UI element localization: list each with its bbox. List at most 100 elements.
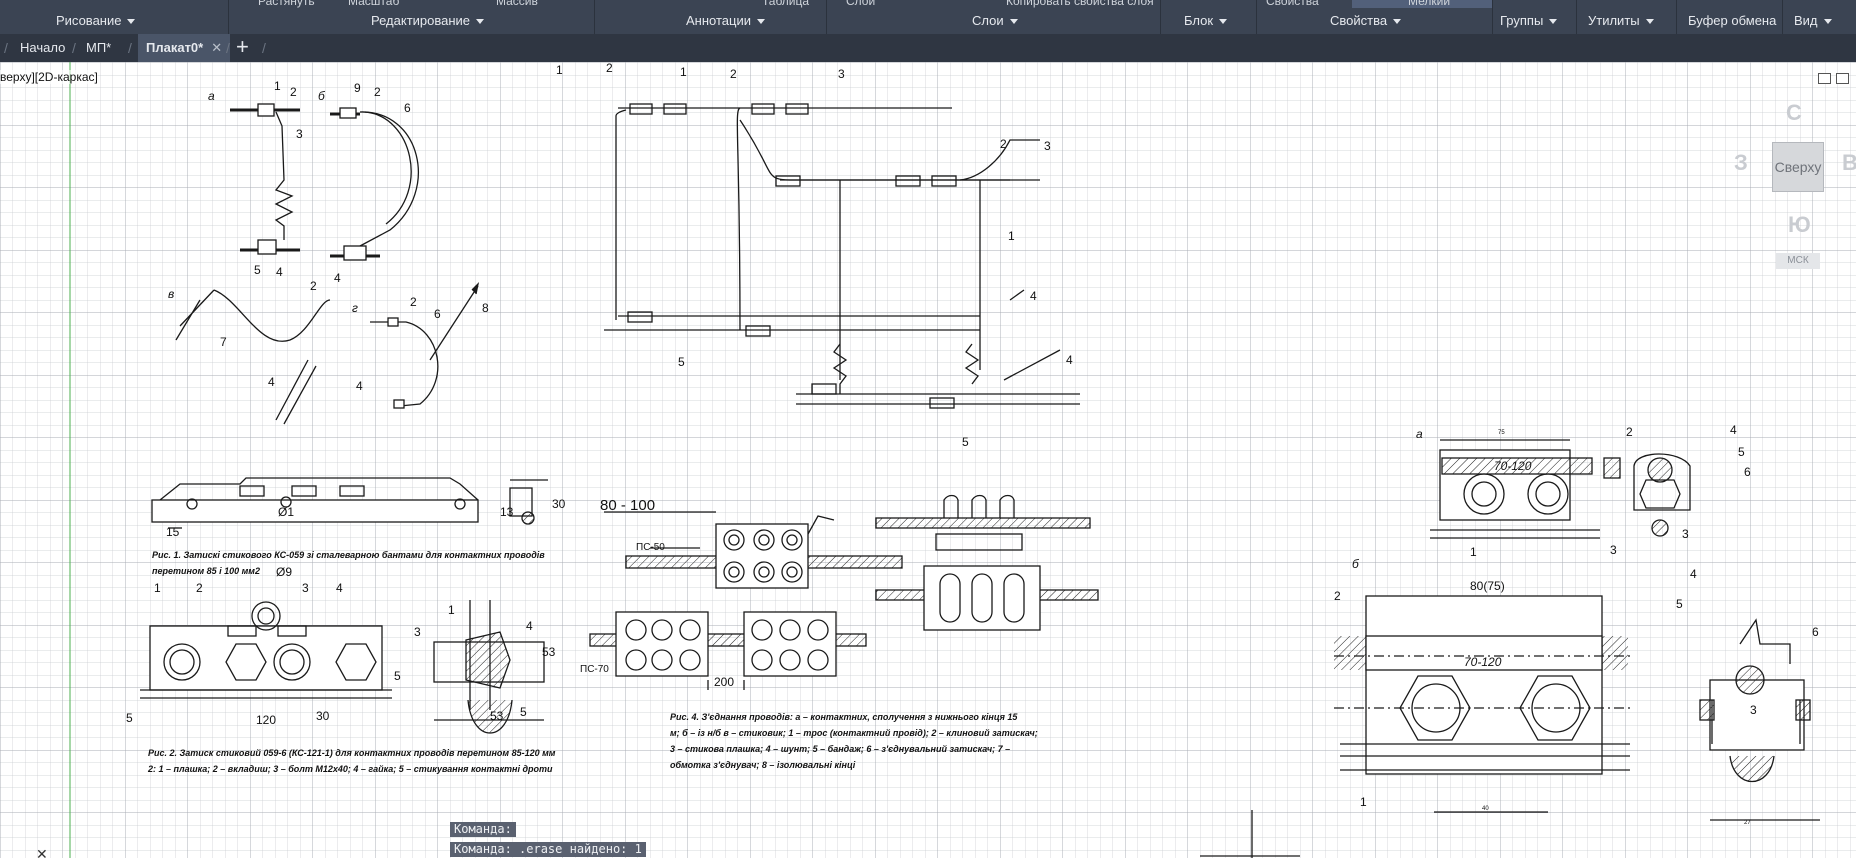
- fig1v-label-7: 7: [220, 335, 227, 349]
- close-icon[interactable]: ✕: [36, 846, 48, 863]
- fig3-label-5a: 5: [678, 355, 685, 369]
- fig5b-label-1: 1: [1360, 795, 1367, 809]
- fig3-label-4a: 4: [1030, 289, 1037, 303]
- fig3-label-2b: 2: [730, 67, 737, 81]
- fig2-caption-line1: Рис. 2. Затиск стиковий 059-6 (КС-121-1)…: [148, 748, 556, 758]
- ribbon-partial-table[interactable]: Таблица: [762, 0, 809, 8]
- fig1b-label-4: 4: [334, 271, 341, 285]
- fig1g-label-6: 6: [434, 307, 441, 321]
- fig1b-label-9: 9: [354, 81, 361, 95]
- fig1a-label-3: 3: [296, 127, 303, 141]
- ribbon-panel-modify[interactable]: Редактирование: [371, 13, 485, 28]
- ribbon-separator: [1676, 0, 1677, 34]
- drawing-canvas[interactable]: а 1 2 3 5 4 б 9 2 6 4 в 2 7 4 г 2 6 8 4 …: [0, 62, 1856, 858]
- viewcube-north[interactable]: С: [1786, 100, 1802, 126]
- fig2-caption-line2: 2: 1 – плашка; 2 – вкладиш; 3 – болт М12…: [147, 764, 553, 774]
- ucs-menu[interactable]: МСК: [1776, 253, 1820, 269]
- ribbon-partial-array[interactable]: Массив: [496, 0, 538, 8]
- ribbon-partial-scale[interactable]: Масштаб: [348, 0, 399, 8]
- ribbon-panel-layers[interactable]: Слои: [972, 13, 1018, 28]
- tab-start[interactable]: Начало: [12, 34, 73, 62]
- fig4-caption-line2: м; б – із н/б в – стиковик; 1 – трос (ко…: [670, 728, 1038, 738]
- tab-divider: /: [72, 40, 76, 56]
- ribbon-panel-groups-label: Группы: [1500, 13, 1544, 28]
- chevron-down-icon: [1393, 19, 1402, 25]
- chevron-down-icon: [1549, 19, 1558, 25]
- ribbon-partial-properties[interactable]: Свойства: [1266, 0, 1319, 8]
- fig5a-label-5: 5: [1738, 445, 1745, 459]
- fig2-dim-53b: 53: [490, 709, 504, 723]
- fig2-label-4: 4: [336, 581, 343, 595]
- fig1b-label-6: 6: [404, 101, 411, 115]
- fig1a-label-1: 1: [274, 79, 281, 93]
- tab-plakat-label: Плакат0*: [146, 40, 204, 55]
- fig1a-label-2: 2: [290, 85, 297, 99]
- viewcube-west[interactable]: З: [1734, 150, 1748, 176]
- command-prompt[interactable]: Команда:: [450, 822, 516, 837]
- fig1g-label-2: 2: [410, 295, 417, 309]
- new-tab-button[interactable]: +: [236, 34, 249, 62]
- viewport-controls-label[interactable]: верху][2D-каркас]: [0, 70, 98, 84]
- fig4-caption-line1: Рис. 4. З'єднання проводів: а – контактн…: [670, 712, 1018, 722]
- ribbon-panel-groups[interactable]: Группы: [1500, 13, 1558, 28]
- fig5a-dim-70-120: 70-120: [1494, 459, 1532, 473]
- ribbon-panel-draw-label: Рисование: [56, 13, 122, 28]
- ribbon-partial-stretch[interactable]: Растянуть: [258, 0, 315, 8]
- viewcube-top-face[interactable]: Сверху: [1772, 142, 1824, 192]
- fig1v-label-4: 4: [268, 375, 275, 389]
- ribbon: Растянуть Масштаб Массив Таблица Слой Ко…: [0, 0, 1856, 34]
- fig1-caption-line2: перетином 85 і 100 мм2: [152, 566, 260, 576]
- ribbon-panel-block-label: Блок: [1184, 13, 1214, 28]
- ribbon-partial-small: Мелкий: [1408, 0, 1451, 8]
- ribbon-panel-clipboard[interactable]: Буфер обмена: [1688, 13, 1776, 28]
- tab-mp[interactable]: МП*: [78, 34, 119, 62]
- ribbon-separator: [826, 0, 827, 34]
- fig2-label-5b: 5: [126, 711, 133, 725]
- fig3-label-2c: 2: [1000, 137, 1007, 151]
- file-tabs: / Начало / МП* / Плакат0* ✕ / + /: [0, 34, 1856, 62]
- fig1a-label-a: а: [208, 89, 215, 103]
- fig2-side-label-3: 3: [414, 625, 421, 639]
- fig1a-label-5: 5: [254, 263, 261, 277]
- fig1v-label-v: в: [168, 287, 174, 301]
- fig5c-label-3: 3: [1750, 703, 1757, 717]
- fig1-caption-line1: Рис. 1. Затискі стикового КС-059 зі стал…: [152, 550, 545, 560]
- viewport-minimize-icon[interactable]: [1818, 73, 1831, 84]
- fig5c-dim-27: 27: [1744, 820, 1751, 826]
- close-icon[interactable]: ✕: [211, 40, 222, 55]
- ribbon-panel-properties[interactable]: Свойства: [1330, 13, 1402, 28]
- tab-start-label: Начало: [20, 40, 66, 55]
- ribbon-partial-layer[interactable]: Слой: [846, 0, 875, 8]
- fig2-dim-5: 5: [520, 705, 527, 719]
- ribbon-panel-view[interactable]: Вид: [1794, 13, 1832, 28]
- fig1g-label-g: г: [352, 301, 358, 315]
- chevron-down-icon: [756, 19, 765, 25]
- viewcube[interactable]: С З В Ю Сверху МСК: [1716, 90, 1856, 290]
- ribbon-panel-block[interactable]: Блок: [1184, 13, 1228, 28]
- fig1b-label-2: 2: [374, 85, 381, 99]
- ribbon-partial-match-layer[interactable]: Копировать свойства слоя: [1006, 0, 1154, 8]
- fig5a-label-a: а: [1416, 427, 1423, 441]
- fig2-label-d9: Ø9: [276, 565, 292, 579]
- fig5b-dim-70-120: 70-120: [1464, 655, 1502, 669]
- fig2-dim-120: 120: [256, 713, 276, 727]
- fig5b-dim-40: 40: [1482, 806, 1489, 812]
- ribbon-panel-utilities-label: Утилиты: [1588, 13, 1640, 28]
- tab-plakat[interactable]: Плакат0* ✕: [138, 34, 231, 62]
- ribbon-separator: [1256, 0, 1257, 34]
- fig2-side-label-1: 1: [448, 603, 455, 617]
- ribbon-panel-draw[interactable]: Рисование: [56, 13, 136, 28]
- fig4-dim-200: 200: [714, 675, 734, 689]
- ribbon-separator: [594, 0, 595, 34]
- fig4-dim-80-100: 80 - 100: [600, 497, 655, 514]
- ribbon-panel-utilities[interactable]: Утилиты: [1588, 13, 1654, 28]
- fig1a-label-4: 4: [276, 265, 283, 279]
- fig3-label-5b: 5: [962, 435, 969, 449]
- viewcube-south[interactable]: Ю: [1788, 212, 1811, 238]
- ribbon-separator: [1576, 0, 1577, 34]
- viewport-restore-icon[interactable]: [1836, 73, 1849, 84]
- viewcube-east[interactable]: В: [1842, 150, 1856, 176]
- ribbon-panel-annotation[interactable]: Аннотации: [686, 13, 765, 28]
- fig4-label-ps70: ПС-70: [580, 664, 609, 675]
- fig2-label-1: 1: [154, 581, 161, 595]
